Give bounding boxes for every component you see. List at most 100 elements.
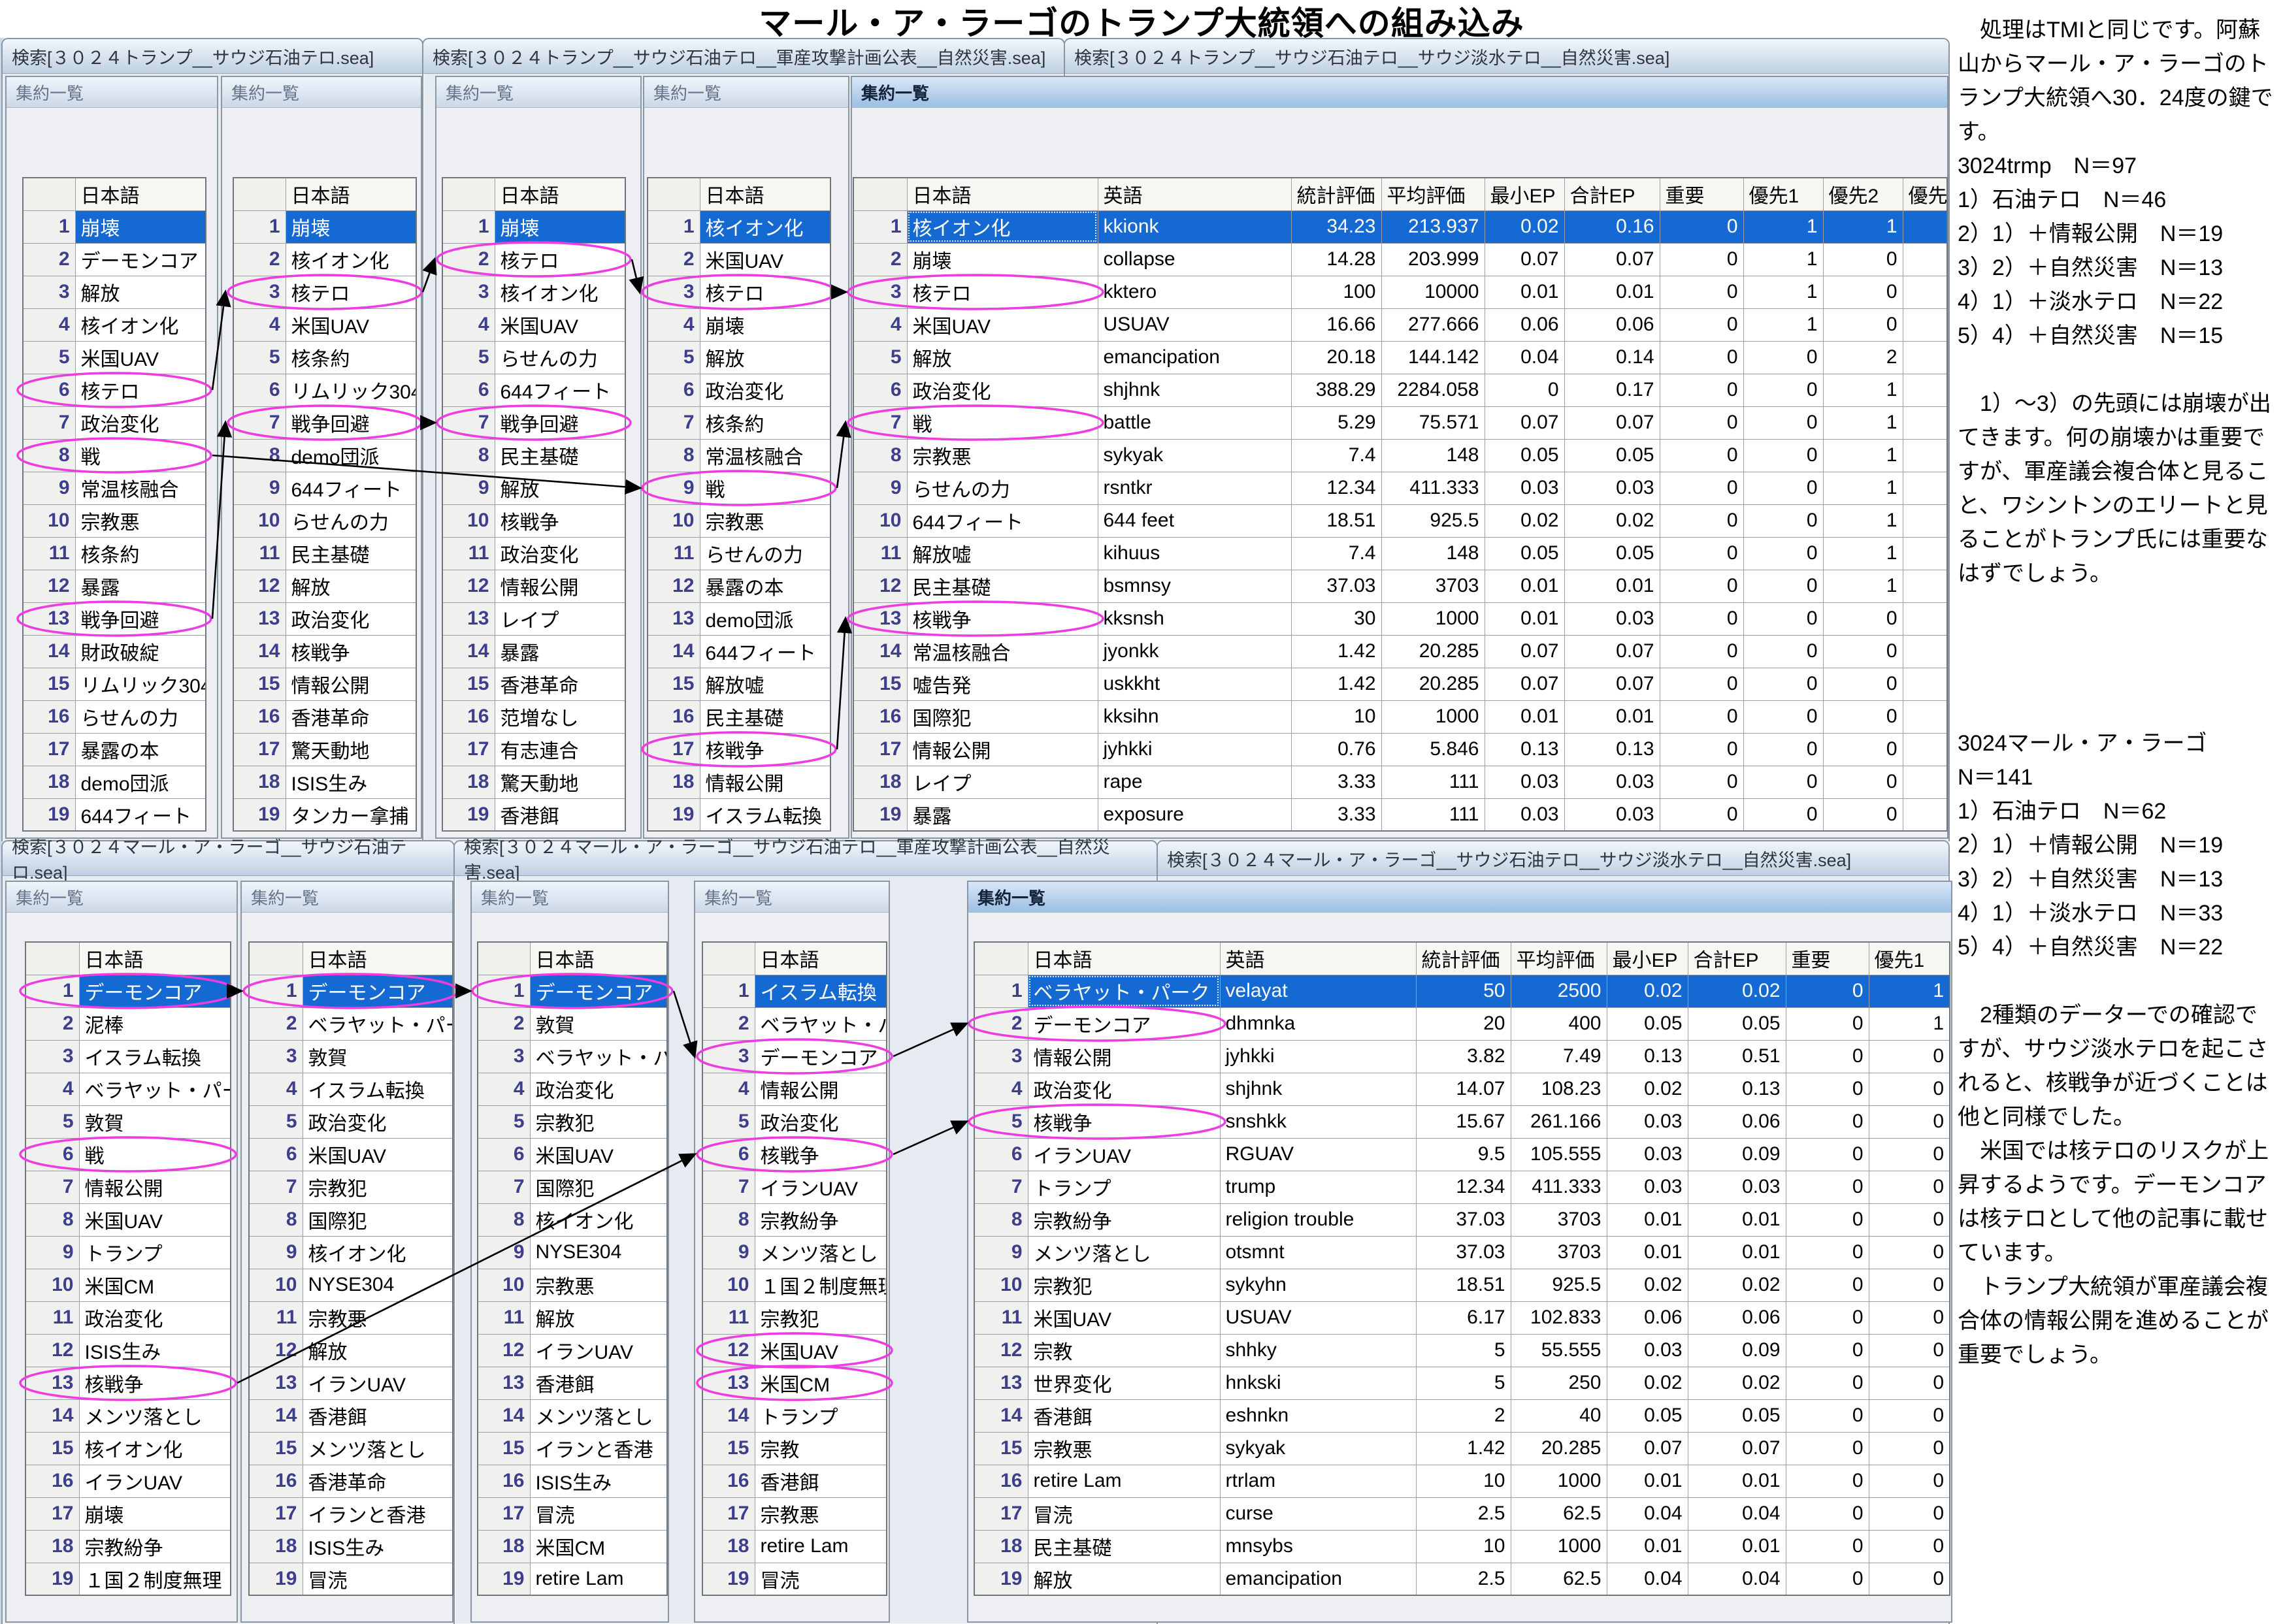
window-titlebar[interactable]: 検索[３０２４トランプ__サウジ石油テロ.sea] xyxy=(3,39,422,74)
table-row[interactable]: 6核戦争 xyxy=(702,1138,887,1171)
table-row[interactable]: 11核条約 xyxy=(23,537,206,570)
table-row[interactable]: 19タンカー拿捕 xyxy=(233,798,416,831)
table-row[interactable]: 17冒涜 xyxy=(478,1497,667,1530)
table-row[interactable]: 15リムリック304 xyxy=(23,668,206,700)
table-row[interactable]: 11らせんの力 xyxy=(648,537,830,570)
table-row[interactable]: 8国際犯 xyxy=(249,1203,453,1236)
table-row[interactable]: 18demo団派 xyxy=(23,766,206,798)
table-row[interactable]: 16国際犯kksihn1010000.010.01000 xyxy=(853,700,1947,733)
table-row[interactable]: 7国際犯 xyxy=(478,1171,667,1203)
table-row[interactable]: 10らせんの力 xyxy=(233,504,416,537)
table-row[interactable]: 6米国UAV xyxy=(249,1138,453,1171)
table-row[interactable]: 16イランUAV xyxy=(25,1465,231,1497)
table-row[interactable]: 7核条約 xyxy=(648,406,830,439)
table-row[interactable]: 1核イオン化 xyxy=(648,210,830,243)
table-row[interactable]: 11解放嘘kihuus7.41480.050.05001 xyxy=(853,537,1947,570)
table-row[interactable]: 18米国CM xyxy=(478,1530,667,1563)
table-row[interactable]: 14香港餌 xyxy=(249,1399,453,1432)
panel-titlebar[interactable]: 集約一覧 xyxy=(644,77,848,108)
column-header[interactable]: 日本語 xyxy=(1028,942,1220,975)
column-header[interactable]: 日本語 xyxy=(495,178,625,210)
table-row[interactable]: 5核戦争snshkk15.67261.1660.030.0600 xyxy=(974,1105,1950,1138)
column-header[interactable]: 最小EP xyxy=(1607,942,1688,975)
panel-titlebar[interactable]: 集約一覧 xyxy=(242,882,452,913)
table-row[interactable]: 4政治変化shjhnk14.07108.230.020.1300 xyxy=(974,1073,1950,1105)
table-row[interactable]: 1デーモンコア xyxy=(25,975,231,1007)
table-row[interactable]: 4米国UAV xyxy=(442,308,625,341)
table-row[interactable]: 17崩壊 xyxy=(25,1497,231,1530)
table-row[interactable]: 17情報公開jyhkki0.765.8460.130.13000 xyxy=(853,733,1947,766)
table-row[interactable]: 12イランUAV xyxy=(478,1334,667,1367)
table-row[interactable]: 18ISIS生み xyxy=(233,766,416,798)
table-row[interactable]: 1ベラヤット・パークvelayat5025000.020.0201 xyxy=(974,975,1950,1007)
table-row[interactable]: 1崩壊 xyxy=(442,210,625,243)
table-row[interactable]: 16范増なし xyxy=(442,700,625,733)
table-row[interactable]: 3核テロkktero100100000.010.01010 xyxy=(853,276,1947,308)
table-row[interactable]: 5宗教犯 xyxy=(478,1105,667,1138)
panel-titlebar[interactable]: 集約一覧 xyxy=(7,77,217,108)
window-titlebar[interactable]: 検索[３０２４トランプ__サウジ石油テロ__サウジ淡水テロ__自然災害.sea] xyxy=(1065,39,1948,74)
table-row[interactable]: 14核戦争 xyxy=(233,635,416,668)
table-row[interactable]: 19retire Lam xyxy=(478,1563,667,1595)
table-row[interactable]: 9核イオン化 xyxy=(249,1236,453,1269)
table-row[interactable]: 14常温核融合jyonkk1.4220.2850.070.07000 xyxy=(853,635,1947,668)
table-row[interactable]: 3イスラム転換 xyxy=(25,1040,231,1073)
table-row[interactable]: 19暴露exposure3.331110.030.03000 xyxy=(853,798,1947,831)
table-row[interactable]: 18retire Lam xyxy=(702,1530,887,1563)
table-row[interactable]: 10宗教悪 xyxy=(23,504,206,537)
table-row[interactable]: 19１国２制度無理 xyxy=(25,1563,231,1595)
table-row[interactable]: 10NYSE304 xyxy=(249,1269,453,1301)
table-row[interactable]: 12宗教shhky555.5550.030.0900 xyxy=(974,1334,1950,1367)
table-row[interactable]: 12暴露 xyxy=(23,570,206,602)
table-row[interactable]: 16ISIS生み xyxy=(478,1465,667,1497)
table-row[interactable]: 7戦争回避 xyxy=(233,406,416,439)
table-row[interactable]: 19香港餌 xyxy=(442,798,625,831)
table-row[interactable]: 9メンツ落としotsmnt37.0337030.010.0100 xyxy=(974,1236,1950,1269)
table-row[interactable]: 3核イオン化 xyxy=(442,276,625,308)
table-row[interactable]: 16香港餌 xyxy=(702,1465,887,1497)
table-row[interactable]: 10核戦争 xyxy=(442,504,625,537)
table-row[interactable]: 15情報公開 xyxy=(233,668,416,700)
table-row[interactable]: 11民主基礎 xyxy=(233,537,416,570)
table-row[interactable]: 4政治変化 xyxy=(478,1073,667,1105)
table-row[interactable]: 15嘘告発uskkht1.4220.2850.070.07000 xyxy=(853,668,1947,700)
table-row[interactable]: 15香港革命 xyxy=(442,668,625,700)
window-titlebar[interactable]: 検索[３０２４トランプ__サウジ石油テロ__軍産攻撃計画公表__自然災害.sea… xyxy=(423,39,1064,74)
table-row[interactable]: 9らせんの力rsntkr12.34411.3330.030.03001 xyxy=(853,472,1947,504)
table-row[interactable]: 9戦 xyxy=(648,472,830,504)
window-titlebar[interactable]: 検索[３０２４マール・ア・ラーゴ__サウジ石油テロ__軍産攻撃計画公表__自然災… xyxy=(455,841,1157,876)
table-row[interactable]: 19冒涜 xyxy=(249,1563,453,1595)
table-row[interactable]: 6政治変化 xyxy=(648,374,830,406)
column-header[interactable]: 重要 xyxy=(1786,942,1869,975)
table-row[interactable]: 17有志連合 xyxy=(442,733,625,766)
table-row[interactable]: 2泥棒 xyxy=(25,1007,231,1040)
table-row[interactable]: 15核イオン化 xyxy=(25,1432,231,1465)
table-row[interactable]: 10644フィート644 feet18.51925.50.020.02001 xyxy=(853,504,1947,537)
table-row[interactable]: 16retire Lamrtrlam1010000.010.0100 xyxy=(974,1465,1950,1497)
table-row[interactable]: 10宗教犯sykyhn18.51925.50.020.0200 xyxy=(974,1269,1950,1301)
table-row[interactable]: 18ISIS生み xyxy=(249,1530,453,1563)
table-row[interactable]: 2デーモンコア xyxy=(23,243,206,276)
column-header[interactable]: 統計評価 xyxy=(1291,178,1381,210)
panel-titlebar[interactable]: 集約一覧 xyxy=(695,882,889,913)
table-row[interactable]: 8戦 xyxy=(23,439,206,472)
table-row[interactable]: 6米国UAV xyxy=(478,1138,667,1171)
table-row[interactable]: 8demo団派 xyxy=(233,439,416,472)
table-row[interactable]: 9解放 xyxy=(442,472,625,504)
table-row[interactable]: 7戦battle5.2975.5710.070.07001 xyxy=(853,406,1947,439)
table-row[interactable]: 3ベラヤット・パーク xyxy=(478,1040,667,1073)
table-row[interactable]: 2米国UAV xyxy=(648,243,830,276)
table-row[interactable]: 16らせんの力 xyxy=(23,700,206,733)
table-row[interactable]: 15イランと香港 xyxy=(478,1432,667,1465)
table-row[interactable]: 1イスラム転換 xyxy=(702,975,887,1007)
table-row[interactable]: 3核テロ xyxy=(648,276,830,308)
table-row[interactable]: 15メンツ落とし xyxy=(249,1432,453,1465)
table-row[interactable]: 4ベラヤット・パーク xyxy=(25,1073,231,1105)
table-row[interactable]: 14財政破綻 xyxy=(23,635,206,668)
column-header[interactable]: 統計評価 xyxy=(1416,942,1511,975)
table-row[interactable]: 7情報公開 xyxy=(25,1171,231,1203)
column-header[interactable]: 優先2 xyxy=(1823,178,1903,210)
table-row[interactable]: 1崩壊 xyxy=(233,210,416,243)
table-row[interactable]: 10米国CM xyxy=(25,1269,231,1301)
table-row[interactable]: 13香港餌 xyxy=(478,1367,667,1399)
